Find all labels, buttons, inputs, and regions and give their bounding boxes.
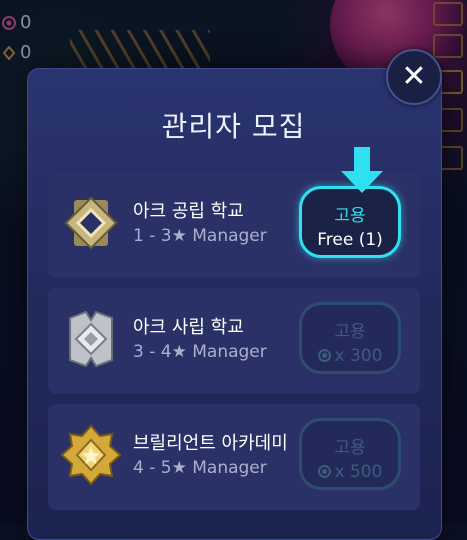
- close-icon: ✕: [401, 59, 427, 94]
- down-arrow-icon: [341, 147, 383, 193]
- hire-button[interactable]: 고용 x 300: [299, 302, 401, 374]
- school-name: 아크 공립 학교: [133, 201, 244, 222]
- school-name: 아크 사립 학교: [133, 317, 244, 338]
- dialog-title: 관리자 모집: [161, 110, 306, 143]
- star-icon: ★: [171, 226, 187, 246]
- hire-label: 고용: [334, 206, 366, 226]
- hire-price: x 300: [302, 346, 398, 366]
- close-button[interactable]: ✕: [386, 49, 442, 105]
- star-icon: ★: [171, 458, 187, 478]
- silver-emblem: [69, 310, 113, 368]
- hire-label: 고용: [334, 438, 366, 458]
- school-card-private: 아크 사립 학교 3 - 4★ Manager 고용 x 300: [48, 288, 420, 394]
- coin-icon: [317, 349, 331, 362]
- star-range: 3 - 4★ Manager: [133, 342, 267, 362]
- star-icon: ★: [171, 342, 187, 362]
- school-card-academy: 브릴리언트 아카데미 4 - 5★ Manager 고용 x 500: [48, 404, 420, 510]
- coin-icon: [317, 465, 331, 478]
- bronze-diamond-emblem: [64, 196, 118, 250]
- school-name: 브릴리언트 아카데미: [133, 433, 288, 454]
- star-range: 4 - 5★ Manager: [133, 458, 267, 478]
- hire-button[interactable]: 고용 x 500: [299, 418, 401, 490]
- hire-price: x 500: [302, 462, 398, 482]
- star-range: 1 - 3★ Manager: [133, 226, 267, 246]
- gold-star-emblem: [60, 424, 122, 486]
- hire-button[interactable]: 고용 Free (1): [299, 186, 401, 258]
- hire-price: Free (1): [317, 230, 383, 250]
- hire-label: 고용: [334, 322, 366, 342]
